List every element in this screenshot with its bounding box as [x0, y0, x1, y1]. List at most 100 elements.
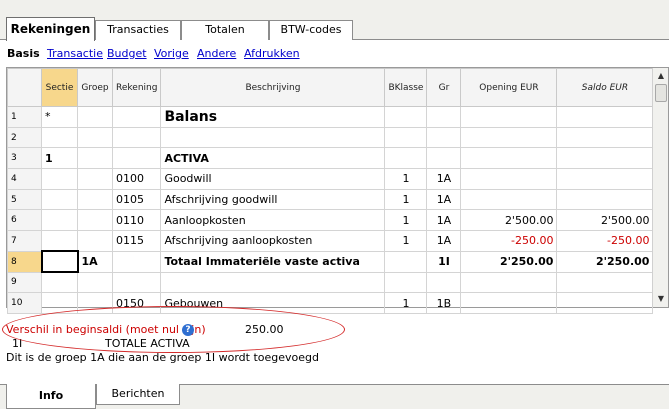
- cell-rekening[interactable]: 0110: [111, 209, 162, 232]
- cell-beschrijving[interactable]: Balans: [160, 106, 386, 128]
- cell-saldo[interactable]: [556, 292, 654, 314]
- cell-groep[interactable]: [77, 106, 113, 128]
- cell-bklasse[interactable]: [384, 126, 428, 149]
- scroll-down-icon[interactable]: ▼: [654, 292, 668, 306]
- cell-saldo[interactable]: [556, 147, 654, 170]
- header-gr[interactable]: Gr: [426, 68, 462, 107]
- cell-groep[interactable]: [77, 209, 113, 232]
- cell-bklasse[interactable]: [384, 106, 428, 128]
- cell-groep[interactable]: 1A: [77, 250, 113, 273]
- cell-groep[interactable]: [77, 126, 113, 149]
- cell-opening[interactable]: [460, 147, 558, 170]
- row-number[interactable]: 7: [7, 230, 42, 252]
- header-bklasse[interactable]: BKlasse: [384, 68, 428, 107]
- header-beschrijving[interactable]: Beschrijving: [160, 68, 386, 107]
- cell-beschrijving[interactable]: ACTIVA: [160, 147, 386, 170]
- cell-groep[interactable]: [77, 271, 113, 294]
- cell-bklasse[interactable]: 1: [384, 230, 428, 252]
- cell-bklasse[interactable]: 1: [384, 209, 428, 232]
- header-groep[interactable]: Groep: [77, 68, 113, 107]
- cell-saldo[interactable]: [556, 106, 654, 128]
- scroll-up-icon[interactable]: ▲: [654, 69, 668, 83]
- cell-groep[interactable]: [77, 147, 113, 170]
- cell-saldo[interactable]: [556, 188, 654, 211]
- scroll-thumb[interactable]: [655, 84, 667, 102]
- cell-saldo[interactable]: [556, 271, 654, 294]
- cell-rekening[interactable]: 0115: [111, 230, 162, 252]
- header-sectie[interactable]: Sectie: [41, 68, 78, 107]
- cell-rekening[interactable]: [111, 106, 162, 128]
- cell-gr[interactable]: 1I: [426, 250, 462, 273]
- view-transactie-link[interactable]: Transactie: [47, 47, 103, 60]
- cell-opening[interactable]: [460, 292, 558, 314]
- cell-beschrijving[interactable]: Afschrijving goodwill: [160, 188, 386, 211]
- cell-beschrijving[interactable]: [160, 271, 386, 294]
- cell-rekening[interactable]: 0100: [111, 168, 162, 190]
- row-number[interactable]: 8: [7, 250, 42, 273]
- cell-rekening[interactable]: [111, 126, 162, 149]
- accounts-grid[interactable]: Sectie Groep Rekening Beschrijving BKlas…: [6, 67, 669, 314]
- cell-sectie[interactable]: [41, 209, 78, 232]
- view-basis[interactable]: Basis: [7, 47, 40, 60]
- cell-beschrijving[interactable]: Goodwill: [160, 168, 386, 190]
- cell-beschrijving[interactable]: Totaal Immateriële vaste activa: [160, 250, 386, 273]
- vertical-scrollbar[interactable]: ▲ ▼: [652, 68, 668, 307]
- help-icon[interactable]: ?: [182, 322, 194, 336]
- tab-rekeningen[interactable]: Rekeningen: [6, 17, 95, 41]
- cell-gr[interactable]: 1A: [426, 188, 462, 211]
- cell-beschrijving[interactable]: [160, 126, 386, 149]
- cell-sectie[interactable]: [41, 126, 78, 149]
- cell-saldo[interactable]: [556, 168, 654, 190]
- view-afdrukken-link[interactable]: Afdrukken: [244, 47, 300, 60]
- cell-gr[interactable]: 1B: [426, 292, 462, 314]
- cell-bklasse[interactable]: 1: [384, 292, 428, 314]
- cell-sectie[interactable]: 1: [41, 147, 78, 170]
- cell-gr[interactable]: 1A: [426, 209, 462, 232]
- cell-opening[interactable]: [460, 106, 558, 128]
- cell-saldo[interactable]: [556, 126, 654, 149]
- row-number[interactable]: 9: [7, 271, 42, 294]
- cell-gr[interactable]: [426, 271, 462, 294]
- row-number[interactable]: 1: [7, 106, 42, 128]
- row-number[interactable]: 5: [7, 188, 42, 211]
- header-rekening[interactable]: Rekening: [111, 68, 162, 107]
- row-number[interactable]: 4: [7, 168, 42, 190]
- cell-rekening[interactable]: [111, 271, 162, 294]
- cell-gr[interactable]: [426, 106, 462, 128]
- cell-bklasse[interactable]: [384, 147, 428, 170]
- tab-transacties[interactable]: Transacties: [95, 20, 181, 40]
- cell-sectie[interactable]: [41, 230, 78, 252]
- view-vorige-link[interactable]: Vorige: [154, 47, 189, 60]
- cell-groep[interactable]: [77, 188, 113, 211]
- view-andere-link[interactable]: Andere: [197, 47, 236, 60]
- cell-bklasse[interactable]: [384, 250, 428, 273]
- cell-beschrijving[interactable]: Gebouwen: [160, 292, 386, 314]
- cell-rekening[interactable]: 0105: [111, 188, 162, 211]
- row-number[interactable]: 10: [7, 292, 42, 314]
- cell-sectie[interactable]: [40, 250, 79, 273]
- cell-sectie[interactable]: [41, 168, 78, 190]
- cell-sectie[interactable]: *: [41, 106, 78, 128]
- tab-berichten[interactable]: Berichten: [96, 384, 180, 405]
- cell-groep[interactable]: [77, 168, 113, 190]
- cell-sectie[interactable]: [41, 292, 78, 314]
- cell-gr[interactable]: [426, 147, 462, 170]
- cell-saldo[interactable]: -250.00: [556, 230, 654, 252]
- cell-sectie[interactable]: [41, 188, 78, 211]
- cell-beschrijving[interactable]: Afschrijving aanloopkosten: [160, 230, 386, 252]
- view-budget-link[interactable]: Budget: [107, 47, 147, 60]
- cell-opening[interactable]: -250.00: [460, 230, 558, 252]
- cell-rekening[interactable]: 0150: [111, 292, 162, 314]
- tab-totalen[interactable]: Totalen: [181, 20, 269, 40]
- cell-opening[interactable]: [460, 188, 558, 211]
- cell-opening[interactable]: 2'500.00: [460, 209, 558, 232]
- cell-bklasse[interactable]: [384, 271, 428, 294]
- header-saldo[interactable]: Saldo EUR: [556, 68, 654, 107]
- cell-saldo[interactable]: 2'500.00: [556, 209, 654, 232]
- cell-rekening[interactable]: [111, 250, 162, 273]
- cell-opening[interactable]: [460, 271, 558, 294]
- row-number[interactable]: 6: [7, 209, 42, 232]
- cell-opening[interactable]: [460, 126, 558, 149]
- cell-groep[interactable]: [77, 230, 113, 252]
- tab-info[interactable]: Info: [6, 384, 96, 409]
